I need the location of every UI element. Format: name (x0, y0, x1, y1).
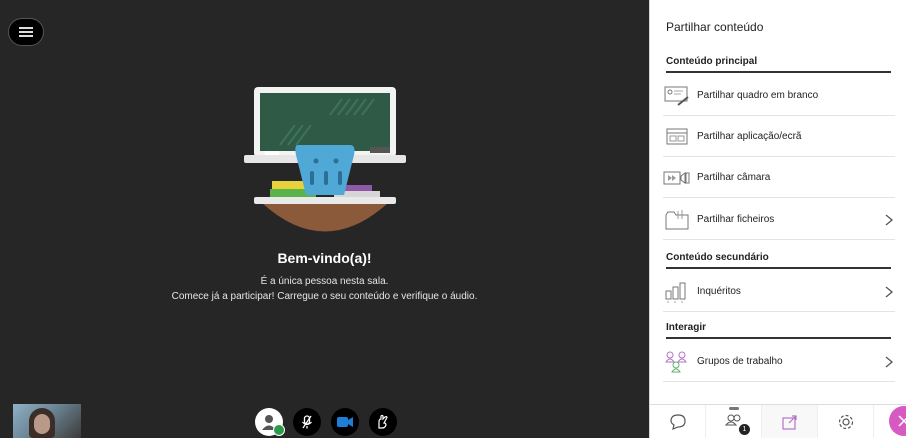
my-status-button[interactable] (255, 408, 285, 436)
panel-title: Partilhar conteúdo (666, 20, 764, 34)
hand-icon (378, 414, 388, 429)
more-indicator (728, 407, 739, 410)
chat-icon (669, 413, 686, 430)
folder-icon (663, 206, 691, 234)
tab-attendees[interactable]: 1 (706, 405, 762, 438)
share-icon (781, 414, 797, 430)
share-camera-label: Partilhar câmara (697, 172, 771, 183)
tab-settings[interactable] (818, 405, 874, 438)
close-icon (898, 415, 906, 427)
session-stage: Bem-vindo(a)! É a única pessoa nesta sal… (0, 0, 649, 438)
tab-chat[interactable] (650, 405, 706, 438)
camera-share-icon (663, 164, 691, 192)
polls-item[interactable]: Inquéritos (663, 272, 895, 312)
share-files-label: Partilhar ficheiros (697, 214, 775, 225)
status-ok-badge (273, 424, 285, 436)
share-application-screen-item[interactable]: Partilhar aplicação/ecrã (663, 117, 895, 157)
panel-tab-bar: 1 (650, 404, 906, 438)
welcome-title: Bem-vindo(a)! (277, 250, 372, 266)
raise-hand-button[interactable] (369, 408, 397, 436)
welcome-message-line2: Comece já a participar! Carregue o seu c… (171, 291, 478, 302)
whiteboard-icon (663, 82, 691, 110)
share-whiteboard-item[interactable]: Partilhar quadro em branco (663, 76, 895, 116)
polls-label: Inquéritos (697, 286, 741, 297)
breakout-groups-item[interactable]: Grupos de trabalho (663, 342, 895, 382)
share-camera-item[interactable]: Partilhar câmara (663, 158, 895, 198)
close-panel-button[interactable] (889, 406, 906, 436)
poll-icon (663, 278, 691, 306)
breakout-groups-label: Grupos de trabalho (697, 356, 783, 367)
share-files-item[interactable]: Partilhar ficheiros (663, 200, 895, 240)
welcome-message-line1: É a única pessoa nesta sala. (260, 276, 389, 287)
breakout-groups-icon (663, 348, 691, 376)
classroom-illustration (244, 87, 406, 232)
tab-share-content[interactable] (762, 405, 818, 438)
camera-toggle[interactable] (331, 408, 359, 436)
media-controls (255, 408, 397, 438)
microphone-muted-icon (302, 415, 312, 429)
share-application-screen-label: Partilhar aplicação/ecrã (697, 131, 802, 142)
attendee-count-badge: 1 (739, 424, 750, 435)
camera-icon (337, 417, 353, 427)
gear-icon (838, 414, 853, 429)
hamburger-icon (19, 27, 33, 37)
share-whiteboard-label: Partilhar quadro em branco (697, 90, 819, 101)
section-heading-secondary: Conteúdo secundário (666, 252, 891, 269)
microphone-toggle[interactable] (293, 408, 321, 436)
chevron-right-icon (883, 284, 895, 300)
screen-share-icon (663, 123, 691, 151)
self-video-preview[interactable] (13, 404, 81, 438)
share-content-panel: Partilhar conteúdo Conteúdo principal Pa… (649, 0, 906, 438)
session-menu-button[interactable] (8, 18, 44, 46)
chevron-right-icon (883, 212, 895, 228)
chevron-right-icon (883, 354, 895, 370)
section-heading-primary: Conteúdo principal (666, 56, 891, 73)
section-heading-interact: Interagir (666, 322, 891, 339)
